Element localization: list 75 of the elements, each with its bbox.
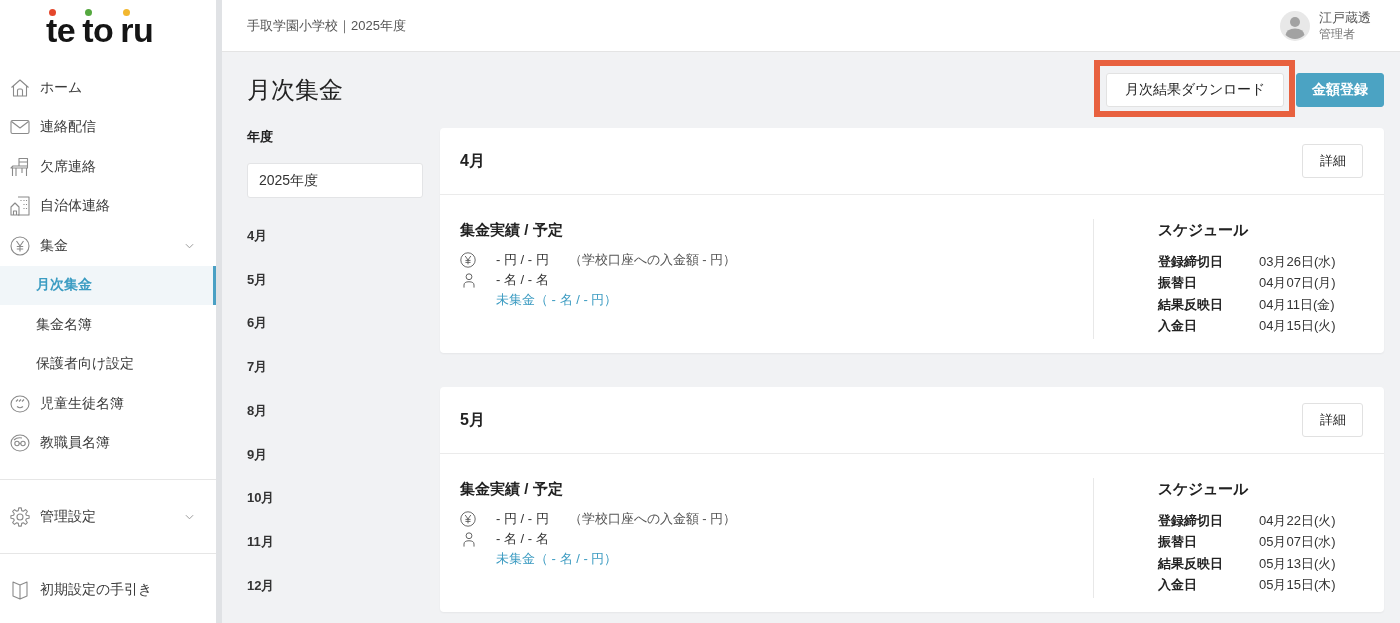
schedule-date: 04月22日(火) — [1259, 511, 1336, 530]
card-title: 5月 — [460, 409, 485, 430]
avatar-icon[interactable] — [1280, 10, 1310, 41]
month-link[interactable]: 7月 — [247, 345, 268, 389]
sidebar-item[interactable]: 集金 — [0, 226, 216, 266]
user-role: 管理者 — [1319, 26, 1355, 42]
schedule-date: 04月15日(火) — [1259, 317, 1336, 336]
detail-button[interactable]: 詳細 — [1302, 144, 1363, 178]
schedule-label: 登録締切日 — [1158, 252, 1224, 271]
schedule-label: 振替日 — [1158, 533, 1198, 552]
month-link[interactable]: 10月 — [247, 476, 275, 521]
person-icon — [463, 272, 475, 288]
month-link[interactable]: 6月 — [247, 301, 268, 346]
sidebar-subitem[interactable]: 集金名簿 — [0, 305, 216, 345]
schedule-date: 05月07日(水) — [1259, 533, 1336, 552]
download-button[interactable]: 月次結果ダウンロード — [1106, 73, 1284, 107]
month-link[interactable]: 8月 — [247, 389, 268, 433]
person-icon — [463, 531, 475, 547]
book-icon — [10, 580, 30, 601]
card-title: 4月 — [460, 150, 485, 171]
sidebar-item[interactable]: 初期設定の手引き — [0, 570, 216, 610]
schedule-date: 03月26日(水) — [1259, 252, 1336, 271]
home-icon — [10, 77, 30, 98]
month-link[interactable]: 9月 — [247, 432, 268, 477]
schedule-label: 登録締切日 — [1158, 511, 1224, 530]
people-count: - 名 / - 名 — [496, 271, 549, 289]
people-count: - 名 / - 名 — [496, 530, 549, 548]
month-link[interactable]: 4月 — [247, 214, 268, 258]
chevron-down-icon — [185, 242, 194, 249]
schedule-label: 入金日 — [1158, 317, 1198, 336]
amount-text: - 円 / - 円 — [496, 510, 549, 528]
schedule-date: 04月07日(月) — [1259, 274, 1336, 293]
sidebar-item[interactable]: 児童生徒名簿 — [0, 384, 216, 424]
deposit-text: （学校口座への入金額 - 円） — [568, 251, 737, 269]
yen-icon — [460, 511, 476, 527]
school-name: 手取学園小学校｜2025年度 — [247, 16, 406, 35]
month-link[interactable]: 5月 — [247, 257, 268, 302]
schedule-label: 結果反映日 — [1158, 295, 1224, 314]
sidebar-item[interactable]: 連絡配信 — [0, 107, 216, 147]
year-label: 年度 — [247, 128, 273, 146]
sidebar-item[interactable]: 教職員名簿 — [0, 423, 216, 463]
detail-button[interactable]: 詳細 — [1302, 403, 1363, 437]
sidebar-item[interactable]: 自治体連絡 — [0, 186, 216, 226]
schedule-date: 05月15日(木) — [1259, 576, 1336, 595]
month-link[interactable]: 11月 — [247, 520, 274, 564]
schedule-date: 05月13日(火) — [1259, 554, 1336, 573]
user-name: 江戸蔵透 — [1319, 9, 1371, 26]
sidebar-item[interactable]: ホーム — [0, 68, 216, 108]
yen-icon — [10, 235, 30, 256]
chevron-down-icon — [185, 513, 194, 520]
schedule-date: 04月11日(金) — [1259, 295, 1335, 314]
deposit-text: （学校口座への入金額 - 円） — [568, 510, 737, 528]
sidebar-item[interactable]: 管理設定 — [0, 497, 216, 537]
schedule-label: 振替日 — [1158, 274, 1198, 293]
logo-text: to — [82, 16, 114, 44]
logo-text: ru — [120, 16, 154, 44]
section-title: スケジュール — [1158, 479, 1248, 499]
settings-icon — [10, 506, 30, 527]
face-icon — [10, 393, 30, 414]
amount-text: - 円 / - 円 — [496, 251, 549, 269]
yen-icon — [460, 252, 476, 268]
section-title: 集金実績 / 予定 — [460, 220, 563, 240]
sidebar-subitem[interactable]: 保護者向け設定 — [0, 344, 216, 384]
chair-icon — [10, 156, 30, 177]
schedule-label: 入金日 — [1158, 576, 1198, 595]
page-title: 月次集金 — [247, 75, 343, 105]
sidebar-item[interactable]: 欠席連絡 — [0, 147, 216, 187]
month-link[interactable]: 12月 — [247, 564, 275, 608]
year-select[interactable]: 2025年度 — [247, 163, 423, 198]
section-title: 集金実績 / 予定 — [460, 479, 563, 499]
buildings-icon — [10, 196, 30, 217]
section-title: スケジュール — [1158, 220, 1248, 240]
glasses-face-icon — [10, 433, 30, 454]
logo-text: te — [46, 16, 76, 44]
schedule-label: 結果反映日 — [1158, 554, 1224, 573]
